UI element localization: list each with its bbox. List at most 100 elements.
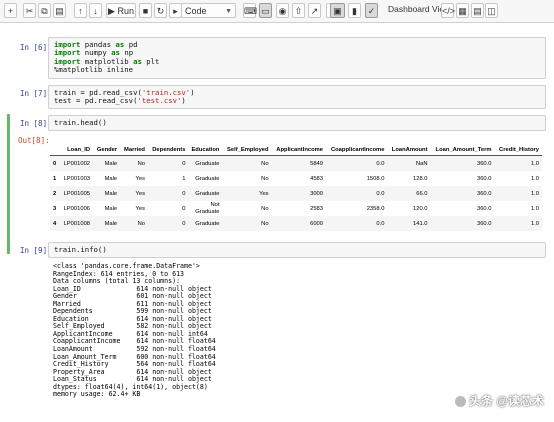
column-header: Self_Employed (222, 141, 272, 156)
table-cell: NaN (415, 160, 428, 167)
report-view-icon[interactable]: ▤ (471, 3, 484, 18)
table-cell: 4583 (310, 175, 324, 182)
code-string: 'test.csv' (137, 96, 182, 106)
table-cell: LP001005 (63, 190, 91, 197)
table-cell: 1.0 (530, 220, 539, 227)
table-cell: Male (104, 220, 118, 227)
notebook-area: In [6]: import pandas as pd import numpy … (0, 23, 554, 422)
code-keyword: as (133, 56, 142, 66)
paste-icon[interactable]: ▤ (53, 3, 66, 18)
avatar (453, 395, 467, 409)
column-header (50, 141, 60, 156)
column-header: Dependents (147, 141, 189, 156)
code-token: plt (141, 56, 160, 66)
chevron-down-icon: ▼ (225, 8, 232, 15)
code-token: test = pd.read_csv( (54, 96, 138, 106)
table-cell: LP001006 (63, 205, 91, 212)
table-cell: Male (104, 190, 118, 197)
table-cell: Male (104, 160, 118, 167)
row-index: 3 (53, 205, 57, 212)
table-row: 3 LP001006 Male Yes 0 Not Graduate No 2583 2358.… (50, 201, 542, 216)
cell-type-value: Code (185, 6, 207, 16)
table-cell: 1.0 (530, 160, 539, 167)
table-cell: Male (104, 175, 118, 182)
cell-6-input[interactable]: import pandas as pd import numpy as np imp… (48, 37, 546, 79)
cell-8-code: train.head() (54, 118, 107, 127)
code-token: ) (190, 88, 195, 97)
cell-type-select[interactable]: Code ▼ (181, 3, 236, 18)
table-cell: 360.0 (476, 220, 492, 227)
stop-icon[interactable]: ■ (139, 3, 152, 18)
row-index: 2 (53, 190, 57, 197)
celltoolbar-icon[interactable]: ▭ (259, 3, 272, 18)
table-cell: 360.0 (476, 160, 492, 167)
code-token: ) (181, 96, 186, 106)
table-cell: 0 (182, 205, 186, 212)
cell-6-prompt: In [6]: (20, 43, 52, 52)
table-row: 0 LP001002 Male No 0 Graduate No 5849 0.0 NaN 360.… (50, 155, 542, 171)
upload-icon[interactable]: ⇧ (292, 3, 305, 18)
table-cell: 0.0 (376, 160, 385, 167)
restart-icon[interactable]: ↻ (154, 3, 167, 18)
selected-cell-indicator (7, 114, 10, 254)
table-cell: 0 (182, 220, 186, 227)
table-cell: No (261, 160, 269, 167)
table-cell: 0 (182, 190, 186, 197)
table-cell: Graduate (195, 220, 220, 227)
cell-9-prompt: In [9]: (20, 246, 52, 255)
column-header: CoapplicantIncome (326, 141, 388, 156)
table-cell: No (261, 205, 269, 212)
table-cell: No (261, 175, 269, 182)
github-icon[interactable]: ◉ (276, 3, 289, 18)
table-cell: 360.0 (476, 175, 492, 182)
table-cell: Male (104, 205, 118, 212)
table-cell: Yes (135, 190, 145, 197)
table-cell: 3000 (310, 190, 324, 197)
table-header-row: Loan_ID Gender Married Dependents Education S… (50, 141, 542, 156)
table-cell: 120.0 (413, 205, 428, 212)
cell-7-input[interactable]: train = pd.read_csv('train.csv') test = p… (48, 85, 546, 109)
grid-view-icon[interactable]: ▦ (456, 3, 469, 18)
table-cell: Graduate (195, 190, 220, 197)
dataframe-table: Loan_ID Gender Married Dependents Education S… (50, 141, 542, 231)
table-cell: 360.0 (476, 205, 492, 212)
run-icon: ▶ (108, 6, 115, 16)
cell-8-out-prompt: Out[8]: (18, 136, 50, 145)
presentation-icon[interactable]: ▣ (330, 3, 345, 18)
table-row: 2 LP001005 Male Yes 0 Graduate Yes 3000 0.0 66.0 3… (50, 186, 542, 201)
copy-icon[interactable]: ⧉ (38, 3, 51, 18)
table-cell: 128.0 (413, 175, 428, 182)
table-row: 4 LP001008 Male No 0 Graduate No 6000 0.0 141.0 36… (50, 216, 542, 231)
cut-icon[interactable]: ✂ (23, 3, 36, 18)
column-header: Credit_History (494, 141, 542, 156)
keyboard-icon[interactable]: ⌨ (243, 3, 257, 18)
table-cell: Yes (135, 175, 145, 182)
move-up-icon[interactable]: ↑ (74, 3, 87, 18)
table-cell: 0 (182, 160, 186, 167)
table-cell: 1.0 (530, 190, 539, 197)
cell-9-input[interactable]: train.info() (48, 242, 546, 258)
bar-chart-icon[interactable]: ▮ (348, 3, 361, 18)
insert-cell-button[interactable]: + (4, 3, 17, 18)
cell-8-input[interactable]: train.head() (48, 115, 546, 131)
table-cell: Not Graduate (195, 202, 220, 215)
code-view-icon[interactable]: </> (441, 3, 455, 18)
checkmark-icon[interactable]: ✓ (365, 3, 378, 18)
table-body: 0 LP001002 Male No 0 Graduate No 5849 0.0 NaN 360.… (50, 155, 542, 231)
row-index: 4 (53, 220, 57, 227)
share-icon[interactable]: ↗ (308, 3, 321, 18)
run-label: Run (117, 6, 134, 16)
table-cell: 1.0 (530, 175, 539, 182)
code-token: %matplotlib inline (54, 65, 134, 75)
table-cell: No (137, 220, 145, 227)
row-index: 1 (53, 175, 57, 182)
move-down-icon[interactable]: ↓ (89, 3, 102, 18)
run-button[interactable]: ▶ Run (106, 3, 136, 18)
table-cell: 66.0 (416, 190, 428, 197)
column-header: ApplicantIncome (271, 141, 327, 156)
cell-8-prompt: In [8]: (20, 119, 52, 128)
table-cell: Graduate (195, 160, 220, 167)
dashboard-icon[interactable]: ◫ (485, 3, 498, 18)
notebook-toolbar: + ✂ ⧉ ▤ ↑ ↓ ▶ Run ■ ↻ ▸ Code ▼ ⌨ ▭ ◉ ⇧ ↗ … (0, 0, 554, 23)
table-cell: LP001002 (63, 160, 91, 167)
